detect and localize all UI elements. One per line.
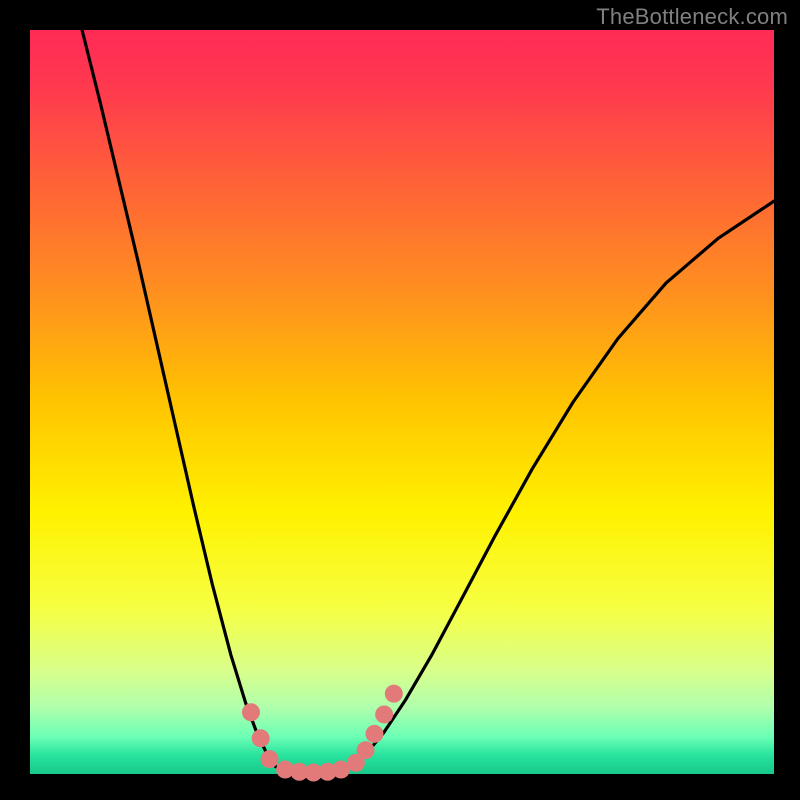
chart-background	[30, 30, 774, 774]
watermark-text: TheBottleneck.com	[596, 4, 788, 30]
data-marker	[357, 741, 375, 759]
data-marker	[252, 729, 270, 747]
chart-plot	[0, 0, 800, 800]
chart-frame: TheBottleneck.com	[0, 0, 800, 800]
data-marker	[375, 705, 393, 723]
data-marker	[242, 703, 260, 721]
data-marker	[365, 725, 383, 743]
data-marker	[261, 750, 279, 768]
data-marker	[385, 685, 403, 703]
